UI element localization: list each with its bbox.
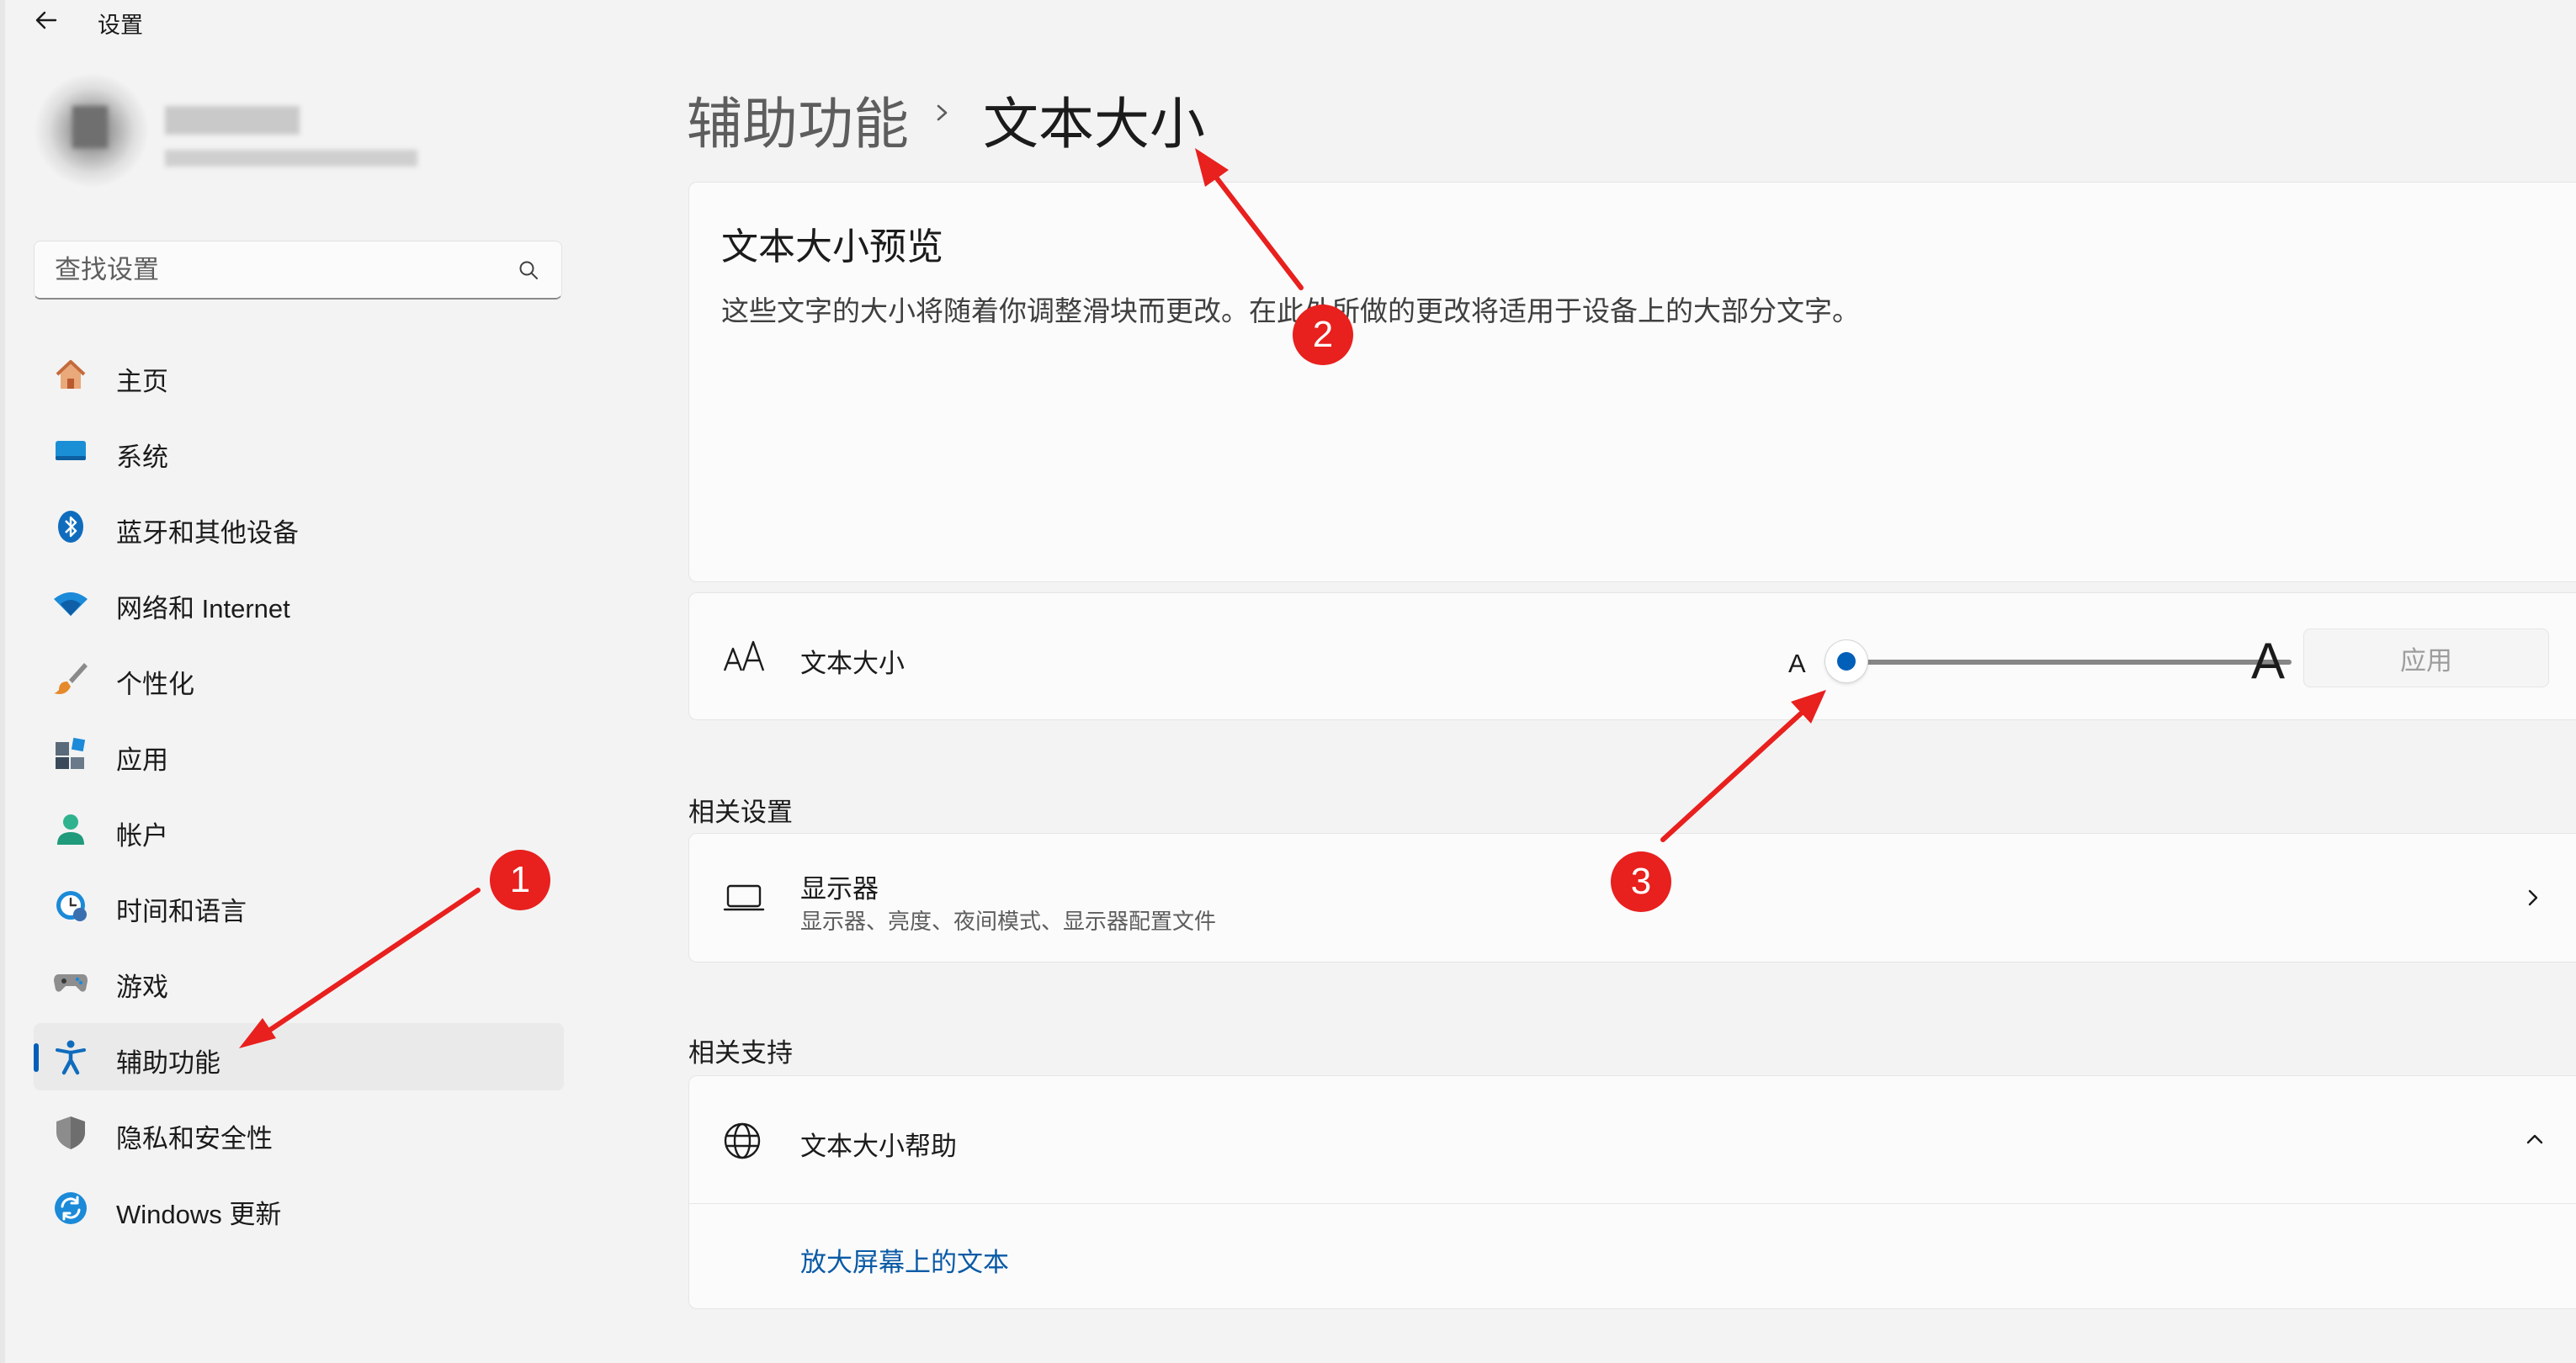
- account-icon: [57, 814, 84, 845]
- sidebar-item-privacy[interactable]: 隐私和安全性: [34, 1099, 564, 1166]
- breadcrumb-chevron-icon: [937, 104, 948, 121]
- help-title: 文本大小帮助: [800, 1132, 957, 1161]
- gamepad-icon: [54, 974, 88, 992]
- sidebar-item-home[interactable]: 主页: [34, 342, 564, 409]
- sidebar-item-label: 个性化: [116, 670, 194, 699]
- brush-icon: [54, 663, 88, 694]
- sidebar-item-label: 蓝牙和其他设备: [116, 518, 299, 548]
- annotation-arrow-3: [1660, 711, 1803, 842]
- sidebar-item-label: 系统: [116, 443, 168, 472]
- annotation-badge-1: 1: [490, 850, 550, 910]
- sidebar-item-label: 主页: [116, 367, 168, 396]
- back-arrow-icon: [35, 11, 57, 29]
- apps-icon: [56, 737, 86, 769]
- windows-update-icon: [55, 1192, 87, 1224]
- user-name-blurred: [165, 106, 300, 135]
- sidebar-item-label: 时间和语言: [116, 897, 247, 926]
- text-size-label: 文本大小: [800, 649, 905, 678]
- apply-button[interactable]: 应用: [2303, 628, 2549, 687]
- sidebar-nav: 主页 系统 蓝牙和其他设备 网络和 Internet 个性化 应用 帐户 时间和…: [34, 342, 564, 1250]
- home-icon: [56, 360, 86, 389]
- avatar-blur: [72, 106, 108, 148]
- selection-indicator: [34, 1043, 39, 1072]
- sidebar-item-gaming[interactable]: 游戏: [34, 947, 564, 1015]
- related-support-title: 相关支持: [688, 1038, 793, 1068]
- annotation-badge-3: 3: [1611, 851, 1671, 912]
- preview-title: 文本大小预览: [721, 226, 943, 268]
- search-box[interactable]: [34, 241, 562, 300]
- sidebar-item-windows-update[interactable]: Windows 更新: [34, 1175, 564, 1242]
- time-language-icon: [56, 891, 87, 921]
- enlarge-text-link[interactable]: 放大屏幕上的文本: [800, 1241, 1009, 1279]
- user-email-blurred: [165, 150, 417, 167]
- sidebar-item-label: 辅助功能: [116, 1048, 220, 1078]
- text-size-preview-card: 文本大小预览 这些文字的大小将随着你调整滑块而更改。在此处所做的更改将适用于设备…: [688, 182, 2576, 582]
- sidebar-item-label: 帐户: [116, 821, 168, 851]
- display-title: 显示器: [800, 874, 879, 904]
- text-size-icon: [723, 640, 765, 671]
- sidebar-item-label: 游戏: [116, 973, 168, 1002]
- sidebar-item-label: 网络和 Internet: [116, 594, 290, 623]
- slider-min-label: A: [1788, 649, 1806, 678]
- sidebar-item-time-language[interactable]: 时间和语言: [34, 872, 564, 939]
- window-edge: [0, 0, 5, 1363]
- app-title: 设置: [98, 13, 143, 38]
- sidebar-item-personalization[interactable]: 个性化: [34, 644, 564, 712]
- sidebar-item-bluetooth[interactable]: 蓝牙和其他设备: [34, 493, 564, 560]
- help-expander-header[interactable]: 文本大小帮助: [689, 1076, 2576, 1204]
- chevron-up-icon[interactable]: [2520, 1127, 2549, 1152]
- display-subtitle: 显示器、亮度、夜间模式、显示器配置文件: [800, 909, 1217, 934]
- globe-icon: [724, 1122, 761, 1159]
- breadcrumb-parent[interactable]: 辅助功能: [687, 79, 909, 160]
- search-icon[interactable]: [518, 259, 539, 281]
- chevron-right-icon: [2528, 889, 2538, 906]
- related-settings-title: 相关设置: [688, 798, 793, 827]
- search-input[interactable]: [53, 241, 511, 299]
- text-size-slider-track[interactable]: [1854, 660, 2292, 665]
- sidebar-item-accessibility[interactable]: 辅助功能: [34, 1023, 564, 1090]
- bluetooth-icon: [58, 511, 83, 543]
- laptop-icon: [723, 884, 765, 911]
- text-size-slider-thumb[interactable]: [1825, 640, 1867, 682]
- wifi-icon: [54, 592, 88, 616]
- preview-text: 这些文字的大小将随着你调整滑块而更改。在此处所做的更改将适用于设备上的大部分文字…: [721, 295, 1860, 326]
- text-size-help-card: 文本大小帮助 放大屏幕上的文本: [688, 1075, 2576, 1309]
- system-icon: [56, 441, 86, 460]
- page-title: 文本大小: [983, 93, 1205, 155]
- accessibility-icon: [56, 1040, 86, 1075]
- sidebar-item-system[interactable]: 系统: [34, 417, 564, 485]
- text-size-card: 文本大小 A A 应用: [688, 592, 2576, 720]
- sidebar-item-label: 隐私和安全性: [116, 1124, 273, 1154]
- sidebar-item-label: Windows 更新: [116, 1200, 282, 1229]
- slider-max-label: A: [2251, 633, 2286, 689]
- sidebar-item-network[interactable]: 网络和 Internet: [34, 569, 564, 636]
- back-button[interactable]: [30, 3, 67, 37]
- annotation-badge-2: 2: [1293, 305, 1353, 365]
- sidebar-item-label: 应用: [116, 745, 168, 775]
- settings-window: 设置 主页 系统: [0, 0, 2576, 1363]
- sidebar-item-accounts[interactable]: 帐户: [34, 796, 564, 863]
- shield-icon: [56, 1116, 85, 1149]
- title-bar: 设置: [0, 0, 2576, 42]
- sidebar-item-apps[interactable]: 应用: [34, 720, 564, 788]
